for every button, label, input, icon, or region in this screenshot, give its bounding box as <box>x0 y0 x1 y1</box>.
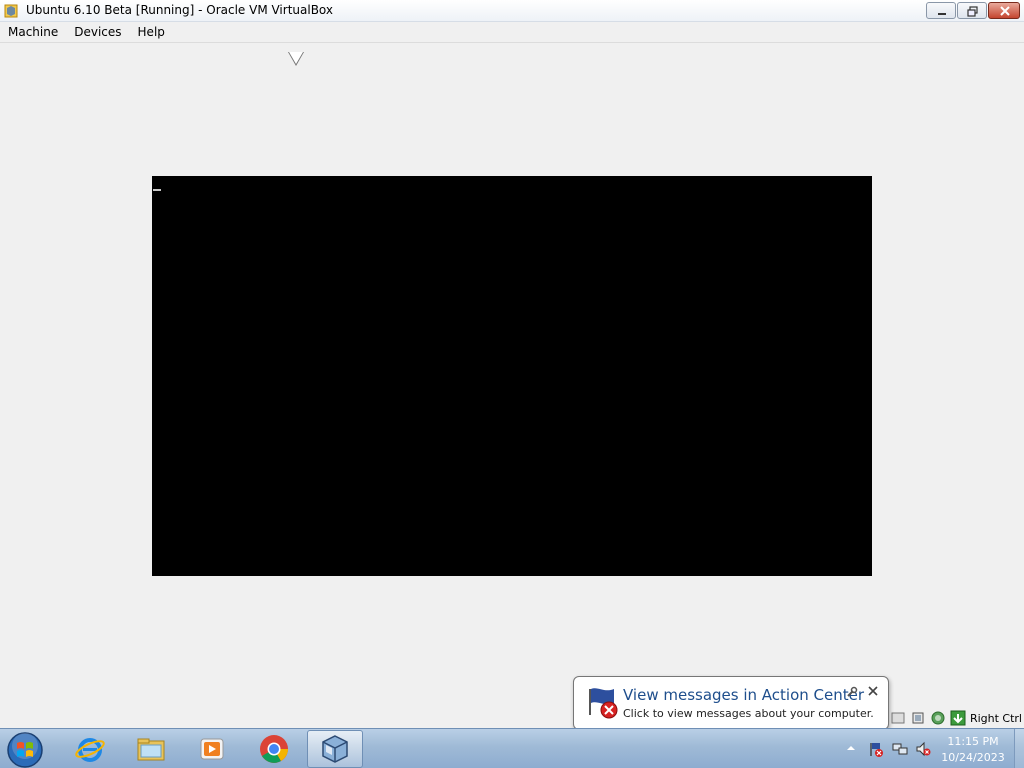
taskbar-chrome[interactable] <box>246 730 302 768</box>
cpu-icon[interactable] <box>910 710 926 726</box>
close-button[interactable] <box>988 2 1020 19</box>
wrench-icon[interactable] <box>846 686 858 698</box>
volume-muted-icon[interactable] <box>915 741 931 757</box>
taskbar: 11:15 PM 10/24/2023 <box>0 728 1024 768</box>
virtualbox-icon <box>322 735 348 763</box>
title-bar[interactable]: Ubuntu 6.10 Beta [Running] - Oracle VM V… <box>0 0 1024 22</box>
show-hidden-icons-arrow[interactable] <box>846 743 856 753</box>
file-explorer-icon <box>137 738 165 761</box>
clock-time: 11:15 PM <box>947 735 999 748</box>
windows-start-icon[interactable] <box>6 731 44 768</box>
system-clock[interactable]: 11:15 PM 10/24/2023 <box>938 734 1008 766</box>
action-center-flag-icon[interactable] <box>868 741 884 757</box>
minimize-icon <box>938 13 946 15</box>
clock-date: 10/24/2023 <box>941 751 1005 764</box>
virtualbox-icon <box>4 4 18 18</box>
media-player-icon <box>200 738 224 760</box>
vm-display[interactable] <box>152 176 872 576</box>
text-cursor <box>153 189 161 191</box>
close-icon <box>1000 6 1010 16</box>
restore-button[interactable] <box>957 2 987 19</box>
host-key-label: Right Ctrl <box>969 711 1022 725</box>
storage-icon[interactable] <box>890 710 906 726</box>
balloon-message[interactable]: Click to view messages about your comput… <box>623 707 874 720</box>
internet-explorer-icon <box>75 738 105 762</box>
taskbar-virtualbox[interactable] <box>307 730 363 768</box>
restore-icon <box>967 6 978 17</box>
menu-machine[interactable]: Machine <box>0 22 66 43</box>
host-key-icon[interactable] <box>950 710 966 726</box>
show-desktop-button[interactable] <box>1014 729 1024 768</box>
close-icon[interactable] <box>866 684 880 698</box>
balloon-title[interactable]: View messages in Action Center <box>623 686 864 704</box>
action-center-flag-icon <box>589 688 618 719</box>
action-center-balloon[interactable]: View messages in Action Center Click to … <box>573 676 889 730</box>
minimize-button[interactable] <box>926 2 956 19</box>
network-icon[interactable] <box>930 710 946 726</box>
menu-help[interactable]: Help <box>130 22 173 43</box>
vbox-status-bar: Right Ctrl <box>890 708 1024 728</box>
menu-bar: Machine Devices Help <box>0 22 1024 43</box>
chrome-icon <box>260 735 288 763</box>
taskbar-ie[interactable] <box>62 730 118 768</box>
menu-devices[interactable]: Devices <box>66 22 129 43</box>
window-title: Ubuntu 6.10 Beta [Running] - Oracle VM V… <box>26 3 334 17</box>
balloon-tail-fill <box>289 52 303 64</box>
network-icon[interactable] <box>892 741 908 757</box>
taskbar-explorer[interactable] <box>123 730 179 768</box>
taskbar-media-player[interactable] <box>184 730 240 768</box>
